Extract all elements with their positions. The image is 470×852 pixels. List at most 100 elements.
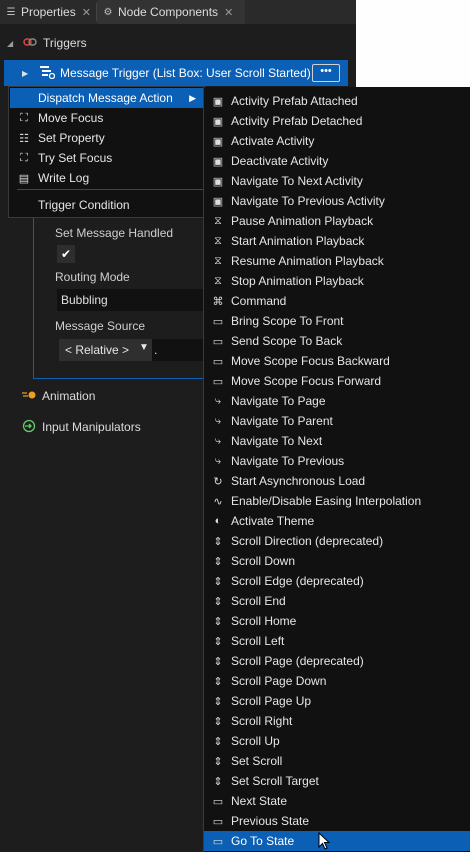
submenu-item-move-scope-focus-backward[interactable]: ▭ Move Scope Focus Backward [204, 351, 470, 371]
scope-icon: ▭ [212, 355, 224, 368]
submenu-item-scroll-page-up[interactable]: ⇕ Scroll Page Up [204, 691, 470, 711]
submenu-item-start-animation-playback[interactable]: ⧖ Start Animation Playback [204, 231, 470, 251]
routing-mode-select[interactable]: Bubbling [57, 289, 206, 311]
properties-icon: ☰ [6, 6, 16, 18]
trigger-icon [21, 36, 39, 50]
message-source-path: . [154, 343, 158, 357]
activity-icon: ▣ [212, 195, 224, 208]
submenu-item-navigate-to-next-activity[interactable]: ▣ Navigate To Next Activity [204, 171, 470, 191]
submenu-item-set-scroll[interactable]: ⇕ Set Scroll [204, 751, 470, 771]
submenu-item-scroll-left[interactable]: ⇕ Scroll Left [204, 631, 470, 651]
submenu-item-label: Activity Prefab Detached [231, 114, 363, 128]
submenu-item-activity-prefab-attached[interactable]: ▣ Activity Prefab Attached [204, 91, 470, 111]
collapse-icon[interactable]: ◢ [7, 39, 19, 48]
trigger-label: Message Trigger (List Box: User Scroll S… [60, 66, 311, 80]
submenu-item-stop-animation-playback[interactable]: ⧖ Stop Animation Playback [204, 271, 470, 291]
submenu-item-navigate-to-previous-activity[interactable]: ▣ Navigate To Previous Activity [204, 191, 470, 211]
menu-item-trigger-condition[interactable]: Trigger Condition [10, 195, 204, 215]
submenu-item-activate-activity[interactable]: ▣ Activate Activity [204, 131, 470, 151]
submenu-item-previous-state[interactable]: ▭ Previous State [204, 811, 470, 831]
submenu-item-command[interactable]: ⌘ Command [204, 291, 470, 311]
command-icon: ⌘ [212, 295, 224, 308]
tab-label: Node Components [118, 5, 219, 19]
submenu-item-label: Scroll Right [231, 714, 293, 728]
activity-icon: ▣ [212, 115, 224, 128]
tab-properties[interactable]: ☰ Properties ✕ [0, 0, 96, 24]
node-components-icon: ⚙ [103, 6, 113, 18]
submenu-item-navigate-to-parent[interactable]: ⤷ Navigate To Parent [204, 411, 470, 431]
menu-item-label: Trigger Condition [38, 198, 130, 212]
scroll-icon: ⇕ [213, 735, 223, 748]
animation-icon: ⧖ [214, 214, 222, 227]
submenu-item-label: Activity Prefab Attached [231, 94, 358, 108]
chevron-down-icon: ▼ [139, 342, 149, 353]
menu-item-move-focus[interactable]: ⛶ Move Focus [10, 108, 204, 128]
scroll-icon: ⇕ [213, 755, 223, 768]
submenu-item-scroll-right[interactable]: ⇕ Scroll Right [204, 711, 470, 731]
menu-item-set-property[interactable]: ☷ Set Property [10, 128, 204, 148]
submenu-item-label: Previous State [231, 814, 310, 828]
menu-item-label: Try Set Focus [38, 151, 113, 165]
menu-item-write-log[interactable]: ▤ Write Log [10, 168, 204, 188]
submenu-item-scroll-page-down[interactable]: ⇕ Scroll Page Down [204, 671, 470, 691]
close-icon[interactable]: ✕ [224, 6, 233, 19]
expand-icon[interactable]: ▶ [22, 69, 32, 78]
submenu-item-activity-prefab-detached[interactable]: ▣ Activity Prefab Detached [204, 111, 470, 131]
message-trigger-icon [38, 65, 56, 82]
submenu-item-go-to-state[interactable]: ▭ Go To State [204, 831, 470, 851]
more-options-button[interactable]: ••• [312, 64, 340, 82]
message-trigger-row[interactable]: ▶ Message Trigger (List Box: User Scroll… [4, 60, 348, 86]
submenu-item-scroll-home[interactable]: ⇕ Scroll Home [204, 611, 470, 631]
tab-bar: ☰ Properties ✕ ⚙ Node Components ✕ [0, 0, 356, 24]
submenu-item-scroll-page-deprecated[interactable]: ⇕ Scroll Page (deprecated) [204, 651, 470, 671]
animation-icon: ⧖ [214, 274, 222, 287]
animation-icon: ⧖ [214, 234, 222, 247]
scroll-icon: ⇕ [213, 595, 223, 608]
submenu-item-scroll-down[interactable]: ⇕ Scroll Down [204, 551, 470, 571]
scope-icon: ▭ [212, 335, 224, 348]
write-log-icon: ▤ [18, 172, 30, 185]
submenu-item-set-scroll-target[interactable]: ⇕ Set Scroll Target [204, 771, 470, 791]
submenu-item-enable-disable-easing-interpolation[interactable]: ∿ Enable/Disable Easing Interpolation [204, 491, 470, 511]
submenu-item-pause-animation-playback[interactable]: ⧖ Pause Animation Playback [204, 211, 470, 231]
submenu-item-scroll-up[interactable]: ⇕ Scroll Up [204, 731, 470, 751]
submenu-item-navigate-to-next[interactable]: ⤷ Navigate To Next [204, 431, 470, 451]
submenu-item-scroll-edge-deprecated[interactable]: ⇕ Scroll Edge (deprecated) [204, 571, 470, 591]
dispatch-message-submenu: ▣ Activity Prefab Attached ▣ Activity Prefa… [203, 87, 470, 852]
submenu-arrow-icon: ▶ [189, 92, 196, 103]
submenu-item-next-state[interactable]: ▭ Next State [204, 791, 470, 811]
submenu-item-navigate-to-page[interactable]: ⤷ Navigate To Page [204, 391, 470, 411]
submenu-item-label: Next State [231, 794, 288, 808]
message-source-dropdown[interactable]: < Relative > ▼ [59, 339, 153, 361]
state-icon: ▭ [212, 835, 224, 848]
submenu-item-label: Start Asynchronous Load [231, 474, 366, 488]
message-source-path-input[interactable]: . [152, 339, 204, 361]
state-icon: ▭ [212, 795, 224, 808]
submenu-item-send-scope-to-back[interactable]: ▭ Send Scope To Back [204, 331, 470, 351]
submenu-item-bring-scope-to-front[interactable]: ▭ Bring Scope To Front [204, 311, 470, 331]
submenu-item-navigate-to-previous[interactable]: ⤷ Navigate To Previous [204, 451, 470, 471]
submenu-item-resume-animation-playback[interactable]: ⧖ Resume Animation Playback [204, 251, 470, 271]
submenu-item-deactivate-activity[interactable]: ▣ Deactivate Activity [204, 151, 470, 171]
section-triggers[interactable]: ◢ Triggers [0, 30, 350, 56]
submenu-item-start-asynchronous-load[interactable]: ↻ Start Asynchronous Load [204, 471, 470, 491]
easing-icon: ∿ [213, 495, 223, 508]
set-message-handled-checkbox[interactable]: ✔ [57, 245, 75, 263]
tab-node-components[interactable]: ⚙ Node Components ✕ [97, 0, 245, 24]
try-set-focus-icon: ⛶ [20, 151, 28, 164]
submenu-item-scroll-direction-deprecated[interactable]: ⇕ Scroll Direction (deprecated) [204, 531, 470, 551]
submenu-item-move-scope-focus-forward[interactable]: ▭ Move Scope Focus Forward [204, 371, 470, 391]
submenu-item-scroll-end[interactable]: ⇕ Scroll End [204, 591, 470, 611]
submenu-item-activate-theme[interactable]: ◐ Activate Theme [204, 511, 470, 531]
scroll-icon: ⇕ [213, 635, 223, 648]
set-property-icon: ☷ [19, 132, 29, 145]
scroll-icon: ⇕ [213, 655, 223, 668]
message-source-value: < Relative > [65, 343, 130, 357]
routing-mode-label: Routing Mode [55, 270, 130, 284]
close-icon[interactable]: ✕ [82, 6, 91, 19]
navigation-icon: ⤷ [214, 434, 222, 447]
scroll-icon: ⇕ [213, 675, 223, 688]
menu-item-try-set-focus[interactable]: ⛶ Try Set Focus [10, 148, 204, 168]
scroll-icon: ⇕ [213, 775, 223, 788]
menu-item-dispatch-message-action[interactable]: Dispatch Message Action ▶ [10, 88, 204, 108]
